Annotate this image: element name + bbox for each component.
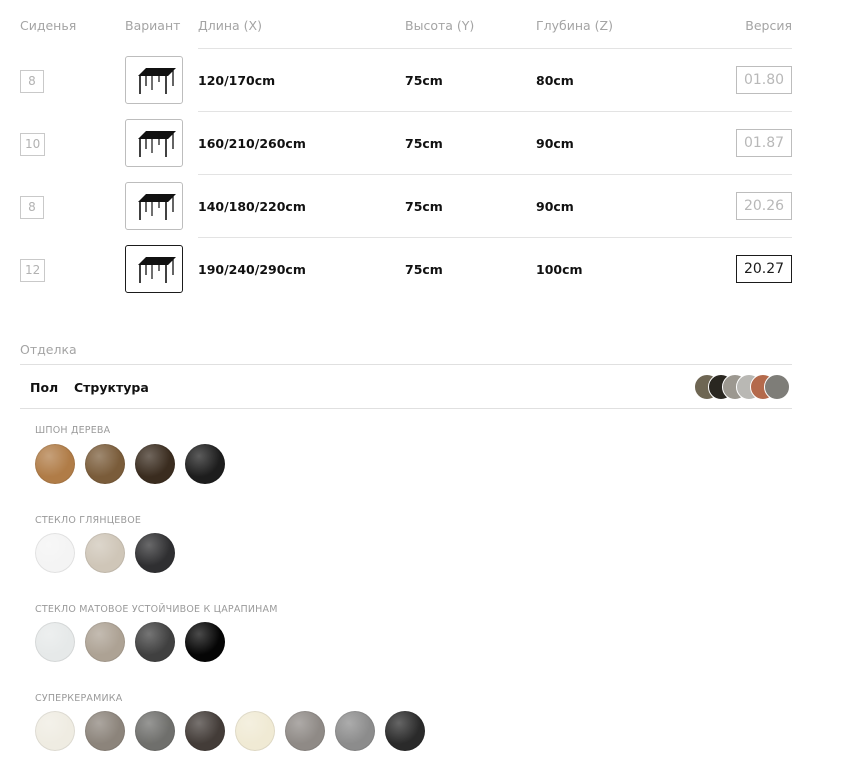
height-value: 75cm	[405, 199, 443, 214]
tab-floor[interactable]: Пол	[30, 380, 58, 395]
finish-swatch[interactable]	[135, 533, 175, 573]
row-divider	[198, 48, 792, 49]
group-label-superceramic: суперкерамика	[35, 693, 123, 704]
length-value: 120/170cm	[198, 73, 276, 88]
table-icon	[138, 131, 176, 157]
height-value: 75cm	[405, 262, 443, 277]
column-header-version: Версия	[745, 18, 792, 33]
finish-swatch[interactable]	[85, 444, 125, 484]
finish-title: Отделка	[20, 342, 77, 357]
depth-value: 100cm	[536, 262, 583, 277]
finish-swatch[interactable]	[135, 444, 175, 484]
seats-badge: 12	[20, 259, 46, 282]
row-divider	[198, 111, 792, 112]
finish-swatch[interactable]	[185, 711, 225, 751]
finish-swatch[interactable]	[85, 533, 125, 573]
depth-value: 90cm	[536, 136, 574, 151]
height-value: 75cm	[405, 73, 443, 88]
table-icon	[138, 68, 176, 94]
tab-structure[interactable]: Структура	[74, 380, 149, 395]
finish-swatch[interactable]	[35, 444, 75, 484]
finish-swatch[interactable]	[335, 711, 375, 751]
depth-value: 90cm	[536, 199, 574, 214]
finish-swatch[interactable]	[235, 711, 275, 751]
column-header-length: Длина (X)	[198, 18, 263, 33]
finish-swatch[interactable]	[135, 711, 175, 751]
table-row[interactable]: 8 120/170cm 75cm 80cm 01.80	[0, 48, 867, 111]
finish-divider-top	[20, 364, 792, 365]
column-header-depth: Глубина (Z)	[536, 18, 613, 33]
finish-swatch[interactable]	[35, 711, 75, 751]
group-label-glossy-glass: стекло глянцевое	[35, 515, 142, 526]
table-icon	[138, 257, 176, 283]
version-button[interactable]: 20.27	[736, 255, 792, 283]
finish-swatch[interactable]	[185, 444, 225, 484]
seats-badge: 8	[20, 196, 44, 219]
finish-swatch[interactable]	[185, 622, 225, 662]
version-button[interactable]: 01.87	[736, 129, 792, 157]
variant-thumbnail[interactable]	[125, 182, 183, 230]
height-value: 75cm	[405, 136, 443, 151]
table-row[interactable]: 10 160/210/260cm 75cm 90cm 01.87	[0, 111, 867, 174]
table-icon	[138, 194, 176, 220]
table-row[interactable]: 12 190/240/290cm 75cm 100cm 20.27	[0, 237, 867, 300]
length-value: 190/240/290cm	[198, 262, 306, 277]
finish-swatch[interactable]	[35, 533, 75, 573]
seats-badge: 8	[20, 70, 44, 93]
length-value: 160/210/260cm	[198, 136, 306, 151]
version-button[interactable]: 20.26	[736, 192, 792, 220]
depth-value: 80cm	[536, 73, 574, 88]
length-value: 140/180/220cm	[198, 199, 306, 214]
finish-swatch[interactable]	[85, 711, 125, 751]
finish-swatch[interactable]	[285, 711, 325, 751]
finish-swatch[interactable]	[385, 711, 425, 751]
version-button[interactable]: 01.80	[736, 66, 792, 94]
finish-divider-bottom	[20, 408, 792, 409]
group-label-matte-glass: стекло матовое устойчивое к царапинам	[35, 604, 278, 615]
column-header-variant: Вариант	[125, 18, 181, 33]
finish-swatch[interactable]	[35, 622, 75, 662]
finish-swatch[interactable]	[135, 622, 175, 662]
variant-thumbnail[interactable]	[125, 245, 183, 293]
seats-badge: 10	[20, 133, 46, 156]
variant-thumbnail[interactable]	[125, 56, 183, 104]
group-label-wood-veneer: шпон дерева	[35, 425, 111, 436]
finish-swatch[interactable]	[85, 622, 125, 662]
variant-thumbnail[interactable]	[125, 119, 183, 167]
finish-preview-swatch	[764, 374, 790, 400]
column-header-height: Высота (Y)	[405, 18, 475, 33]
table-row[interactable]: 8 140/180/220cm 75cm 90cm 20.26	[0, 174, 867, 237]
column-header-seats: Сиденья	[20, 18, 77, 33]
row-divider	[198, 237, 792, 238]
finish-preview-stack[interactable]	[694, 374, 794, 400]
row-divider	[198, 174, 792, 175]
